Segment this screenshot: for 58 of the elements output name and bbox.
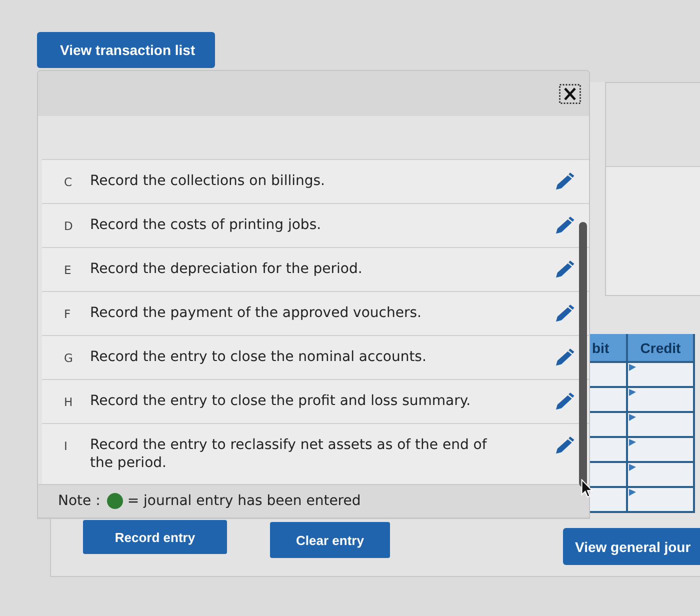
input-field[interactable]: [628, 388, 695, 413]
pencil-icon[interactable]: [555, 436, 575, 454]
transaction-row[interactable]: H Record the entry to close the profit and loss summary.: [42, 379, 589, 423]
triangle-icon: [629, 439, 636, 446]
row-letter: H: [64, 395, 73, 409]
input-field[interactable]: [628, 488, 695, 513]
clear-entry-button[interactable]: Clear entry: [270, 522, 390, 558]
scrollbar-thumb[interactable]: [579, 222, 587, 487]
transaction-description: Record the collections on billings.: [90, 172, 326, 190]
transaction-description: Record the entry to close the profit and loss summary.: [90, 392, 472, 410]
input-field[interactable]: [628, 413, 695, 438]
status-dot-icon: [107, 493, 124, 509]
close-icon[interactable]: [559, 84, 581, 104]
transaction-row[interactable]: F Record the payment of the approved vouchers.: [42, 291, 589, 335]
row-letter: E: [64, 263, 72, 277]
input-field[interactable]: [590, 363, 628, 388]
triangle-icon: [629, 389, 636, 396]
transaction-description: Record the depreciation for the period.: [90, 260, 364, 278]
pencil-icon[interactable]: [555, 172, 575, 190]
row-letter: C: [64, 175, 72, 189]
view-transaction-list-button[interactable]: View transaction list: [37, 32, 215, 68]
input-field[interactable]: [590, 388, 628, 413]
row-letter: G: [64, 351, 73, 365]
transaction-description: Record the entry to close the nominal accounts.: [90, 348, 428, 366]
transaction-row[interactable]: E Record the depreciation for the period.: [42, 247, 589, 291]
transaction-row[interactable]: G Record the entry to close the nominal accounts.: [42, 335, 589, 379]
note-label: Note :: [58, 493, 100, 509]
input-field[interactable]: [590, 438, 628, 463]
triangle-icon: [629, 489, 636, 496]
transaction-description: Record the costs of printing jobs.: [90, 216, 322, 234]
column-header: Credit: [628, 334, 695, 363]
pencil-icon[interactable]: [555, 392, 575, 410]
pencil-icon[interactable]: [555, 216, 575, 234]
pencil-icon[interactable]: [555, 348, 575, 366]
transaction-row[interactable]: C Record the collections on billings.: [42, 159, 589, 203]
input-field[interactable]: [628, 463, 695, 488]
triangle-icon: [629, 464, 636, 471]
note-text: = journal entry has been entered: [127, 493, 361, 509]
pencil-icon[interactable]: [555, 260, 575, 278]
column-header: bit: [590, 334, 628, 363]
transaction-row[interactable]: I Record the entry to reclassify net assets as of the end of the period.: [42, 423, 589, 484]
transaction-row[interactable]: D Record the costs of printing jobs.: [42, 203, 589, 247]
record-entry-button[interactable]: Record entry: [83, 520, 227, 554]
transaction-description: Record the entry to reclassify net assets as of the end of the period.: [90, 436, 488, 472]
input-field[interactable]: [590, 413, 628, 438]
triangle-icon: [629, 364, 636, 371]
pencil-icon[interactable]: [555, 304, 575, 322]
input-field[interactable]: [590, 463, 628, 488]
triangle-icon: [629, 414, 636, 421]
input-field[interactable]: [628, 438, 695, 463]
input-field[interactable]: [590, 488, 628, 513]
input-field[interactable]: [628, 363, 695, 388]
row-letter: I: [64, 439, 68, 453]
view-general-journal-button[interactable]: View general jour: [563, 528, 700, 565]
cursor-icon: [581, 479, 593, 498]
row-letter: D: [64, 219, 73, 233]
row-letter: F: [64, 307, 71, 321]
transaction-description: Record the payment of the approved vouchers.: [90, 304, 422, 322]
